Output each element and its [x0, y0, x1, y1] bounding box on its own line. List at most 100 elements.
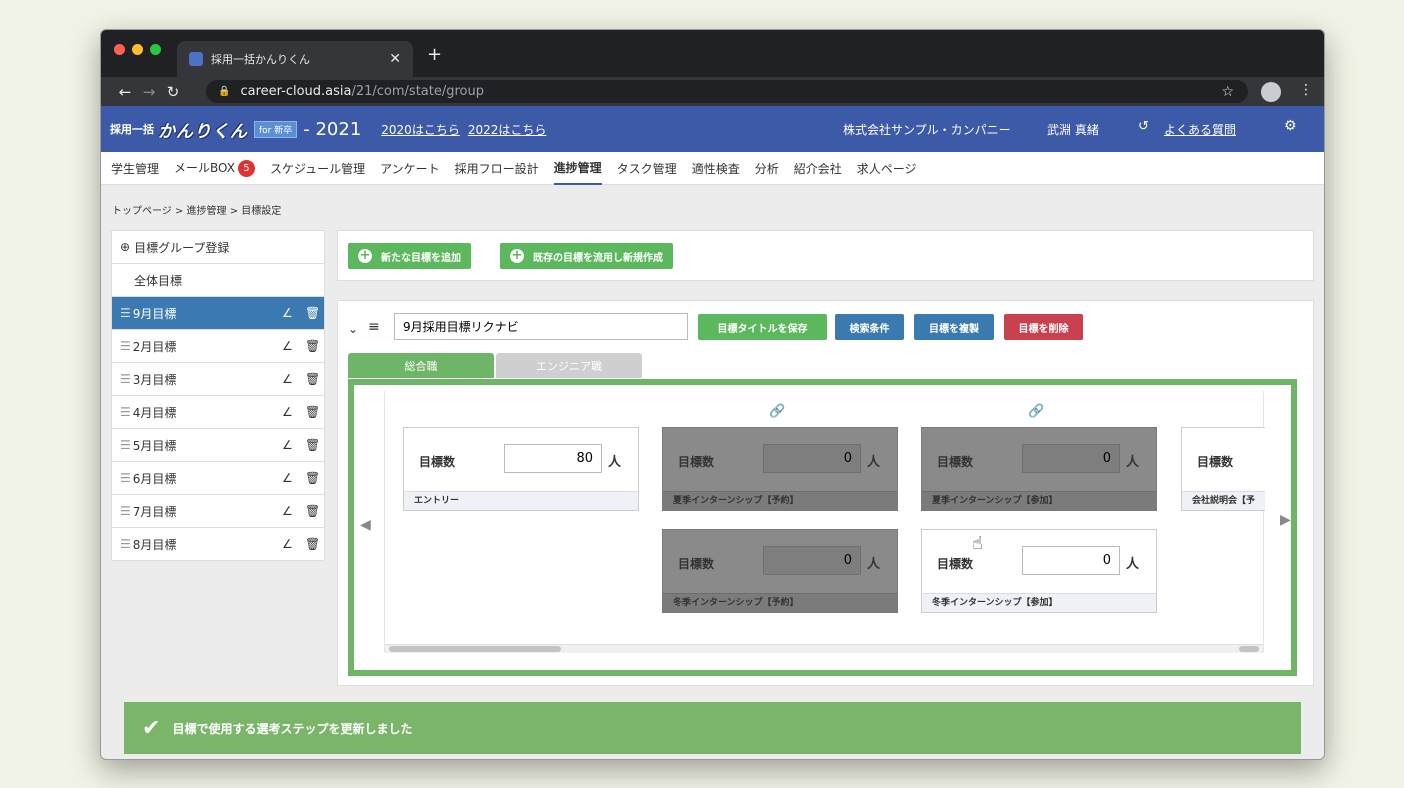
menu-mailbox[interactable]: メールBOX 5	[174, 152, 255, 184]
sidebar-item[interactable]: ☰ 3月目標 ∠ 🗑	[112, 363, 324, 396]
maximize-window-button[interactable]	[150, 44, 161, 55]
menu-analysis[interactable]: 分析	[755, 153, 779, 184]
step-name: 冬季インターンシップ【予約】	[663, 593, 897, 612]
sidebar-item[interactable]: ☰ 5月目標 ∠ 🗑	[112, 429, 324, 462]
goal-count-input[interactable]	[1022, 546, 1120, 575]
drag-handle-icon[interactable]: ☰	[120, 471, 131, 485]
edit-icon[interactable]: ∠	[282, 504, 293, 518]
profile-avatar[interactable]	[1261, 82, 1281, 102]
tab-close-icon[interactable]: ✕	[389, 51, 401, 67]
drag-handle-icon[interactable]: ☰	[120, 504, 131, 518]
edit-icon[interactable]: ∠	[282, 537, 293, 551]
register-goal-group-button[interactable]: ⊕ 目標グループ登録	[112, 231, 324, 264]
trash-icon[interactable]: 🗑	[305, 405, 320, 419]
tab-general[interactable]: 総合職	[348, 353, 494, 378]
hand-cursor-icon: ☝	[972, 533, 983, 554]
trash-icon[interactable]: 🗑	[305, 372, 320, 386]
drag-handle-icon[interactable]: ≡	[368, 319, 380, 335]
button-label: 新たな目標を追加	[381, 252, 461, 264]
help-refresh-icon[interactable]: ↺	[1138, 119, 1149, 134]
edit-icon[interactable]: ∠	[282, 372, 293, 386]
goal-card-scroller: 🔗 🔗 目標数 人 エントリー 目標数 人 夏季インターンシップ【予約】 目標数	[384, 391, 1265, 653]
goal-count-input[interactable]	[504, 444, 602, 473]
goal-count-input[interactable]	[1022, 444, 1120, 473]
sidebar-item[interactable]: ☰ 7月目標 ∠ 🗑	[112, 495, 324, 528]
minimize-window-button[interactable]	[132, 44, 143, 55]
register-label: 目標グループ登録	[134, 240, 230, 255]
link-icon[interactable]: 🔗	[1028, 404, 1044, 419]
lock-icon: 🔒	[218, 86, 231, 97]
edit-icon[interactable]: ∠	[282, 471, 293, 485]
menu-label: 進捗管理	[553, 160, 602, 175]
browser-menu-icon[interactable]: ⋮	[1299, 82, 1313, 98]
link-icon[interactable]: 🔗	[769, 404, 785, 419]
drag-handle-icon[interactable]: ☰	[120, 372, 131, 386]
link-2022[interactable]: 2022はこちら	[468, 121, 547, 138]
horizontal-scrollbar[interactable]	[385, 644, 1263, 653]
menu-flow[interactable]: 採用フロー設計	[455, 153, 539, 184]
drag-handle-icon[interactable]: ☰	[120, 306, 131, 320]
sidebar-item[interactable]: ☰ 8月目標 ∠ 🗑	[112, 528, 324, 561]
reload-icon[interactable]: ↻	[161, 83, 185, 101]
goal-count-input[interactable]	[763, 444, 861, 473]
forward-arrow-icon[interactable]: →	[137, 83, 161, 101]
menu-student[interactable]: 学生管理	[111, 153, 159, 184]
duplicate-goal-button[interactable]: 目標を複製	[914, 314, 994, 340]
drag-handle-icon[interactable]: ☰	[120, 438, 131, 452]
menu-survey[interactable]: アンケート	[380, 153, 440, 184]
menu-progress[interactable]: 進捗管理	[553, 152, 602, 185]
edit-icon[interactable]: ∠	[282, 339, 293, 353]
link-2020[interactable]: 2020はこちら	[381, 121, 460, 138]
sidebar-item[interactable]: ☰ 2月目標 ∠ 🗑	[112, 330, 324, 363]
reuse-goal-button[interactable]: + 既存の目標を流用し新規作成	[500, 243, 673, 269]
goal-count-input[interactable]	[763, 546, 861, 575]
trash-icon[interactable]: 🗑	[305, 339, 320, 353]
trash-icon[interactable]: 🗑	[305, 306, 320, 320]
sidebar-item[interactable]: ☰ 6月目標 ∠ 🗑	[112, 462, 324, 495]
save-title-button[interactable]: 目標タイトルを保存	[698, 314, 827, 340]
sidebar-item-all[interactable]: 全体目標	[112, 264, 324, 297]
search-criteria-button[interactable]: 検索条件	[835, 314, 904, 340]
goal-count-label: 目標数	[937, 557, 974, 571]
step-name: エントリー	[404, 491, 638, 510]
bookmark-star-icon[interactable]: ☆	[1221, 84, 1234, 100]
tab-bar: 採用一括かんりくん ✕ +	[101, 30, 1324, 77]
chevron-down-icon[interactable]: ⌄	[348, 322, 358, 336]
faq-link[interactable]: よくある質問	[1164, 121, 1236, 138]
address-bar: ← → ↻ 🔒 career-cloud.asia /21/com/state/…	[101, 77, 1324, 106]
menu-agency[interactable]: 紹介会社	[794, 153, 842, 184]
drag-handle-icon[interactable]: ☰	[120, 537, 131, 551]
url-host: career-cloud.asia	[240, 84, 352, 99]
scrollbar-thumb[interactable]	[389, 646, 561, 652]
menu-job-page[interactable]: 求人ページ	[857, 153, 917, 184]
menu-task[interactable]: タスク管理	[617, 153, 677, 184]
drag-handle-icon[interactable]: ☰	[120, 339, 131, 353]
tab-engineer[interactable]: エンジニア職	[496, 353, 642, 378]
browser-tab[interactable]: 採用一括かんりくん ✕	[177, 41, 413, 77]
trash-icon[interactable]: 🗑	[305, 537, 320, 551]
close-window-button[interactable]	[114, 44, 125, 55]
scroll-left-arrow-icon[interactable]: ◀	[360, 517, 371, 533]
add-goal-button[interactable]: + 新たな目標を追加	[348, 243, 471, 269]
sidebar-item-label: 6月目標	[132, 471, 177, 486]
new-tab-icon[interactable]: +	[427, 44, 442, 65]
url-input[interactable]: 🔒 career-cloud.asia /21/com/state/group …	[206, 80, 1248, 103]
scroll-right-arrow-icon[interactable]: ▶	[1280, 512, 1291, 528]
success-toast: ✔ 目標で使用する選考ステップを更新しました	[124, 702, 1301, 754]
drag-handle-icon[interactable]: ☰	[120, 405, 131, 419]
menu-aptitude[interactable]: 適性検査	[692, 153, 740, 184]
delete-goal-button[interactable]: 目標を削除	[1004, 314, 1083, 340]
trash-icon[interactable]: 🗑	[305, 438, 320, 452]
menu-schedule[interactable]: スケジュール管理	[270, 153, 365, 184]
gear-icon[interactable]: ⚙	[1284, 118, 1297, 134]
sidebar-item[interactable]: ☰ 9月目標 ∠ 🗑	[112, 297, 324, 330]
trash-icon[interactable]: 🗑	[305, 471, 320, 485]
goal-title-input[interactable]	[394, 313, 688, 340]
trash-icon[interactable]: 🗑	[305, 504, 320, 518]
edit-icon[interactable]: ∠	[282, 306, 293, 320]
back-arrow-icon[interactable]: ←	[113, 83, 137, 101]
brand-logo[interactable]: かんりくん	[158, 117, 248, 142]
edit-icon[interactable]: ∠	[282, 438, 293, 452]
edit-icon[interactable]: ∠	[282, 405, 293, 419]
sidebar-item[interactable]: ☰ 4月目標 ∠ 🗑	[112, 396, 324, 429]
